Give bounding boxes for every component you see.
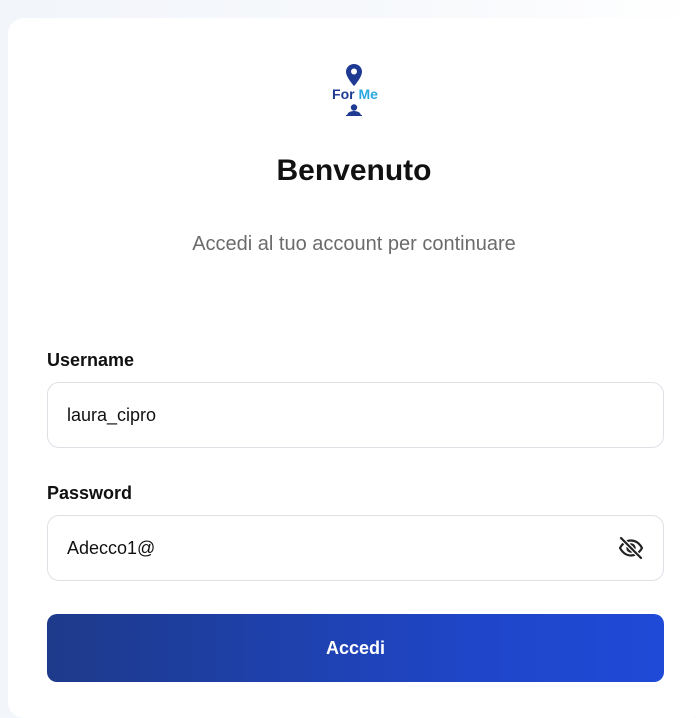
page-subtitle: Accedi al tuo account per continuare — [192, 233, 516, 255]
page-title: Benvenuto — [276, 154, 432, 187]
username-field-wrapper — [47, 382, 664, 448]
logo-text-me: Me — [358, 86, 378, 102]
location-pin-icon — [346, 64, 362, 86]
logo-text-for: For — [332, 86, 355, 102]
password-field-wrapper — [47, 515, 664, 581]
username-input[interactable] — [48, 383, 663, 447]
password-label: Password — [47, 483, 133, 503]
app-logo: For Me — [326, 64, 390, 122]
login-submit-button[interactable]: Accedi — [47, 614, 664, 682]
logo-wordmark: For Me — [326, 86, 384, 102]
person-icon — [346, 104, 362, 116]
username-label: Username — [47, 350, 135, 370]
password-input[interactable] — [48, 516, 663, 580]
eye-off-icon[interactable] — [617, 536, 645, 560]
